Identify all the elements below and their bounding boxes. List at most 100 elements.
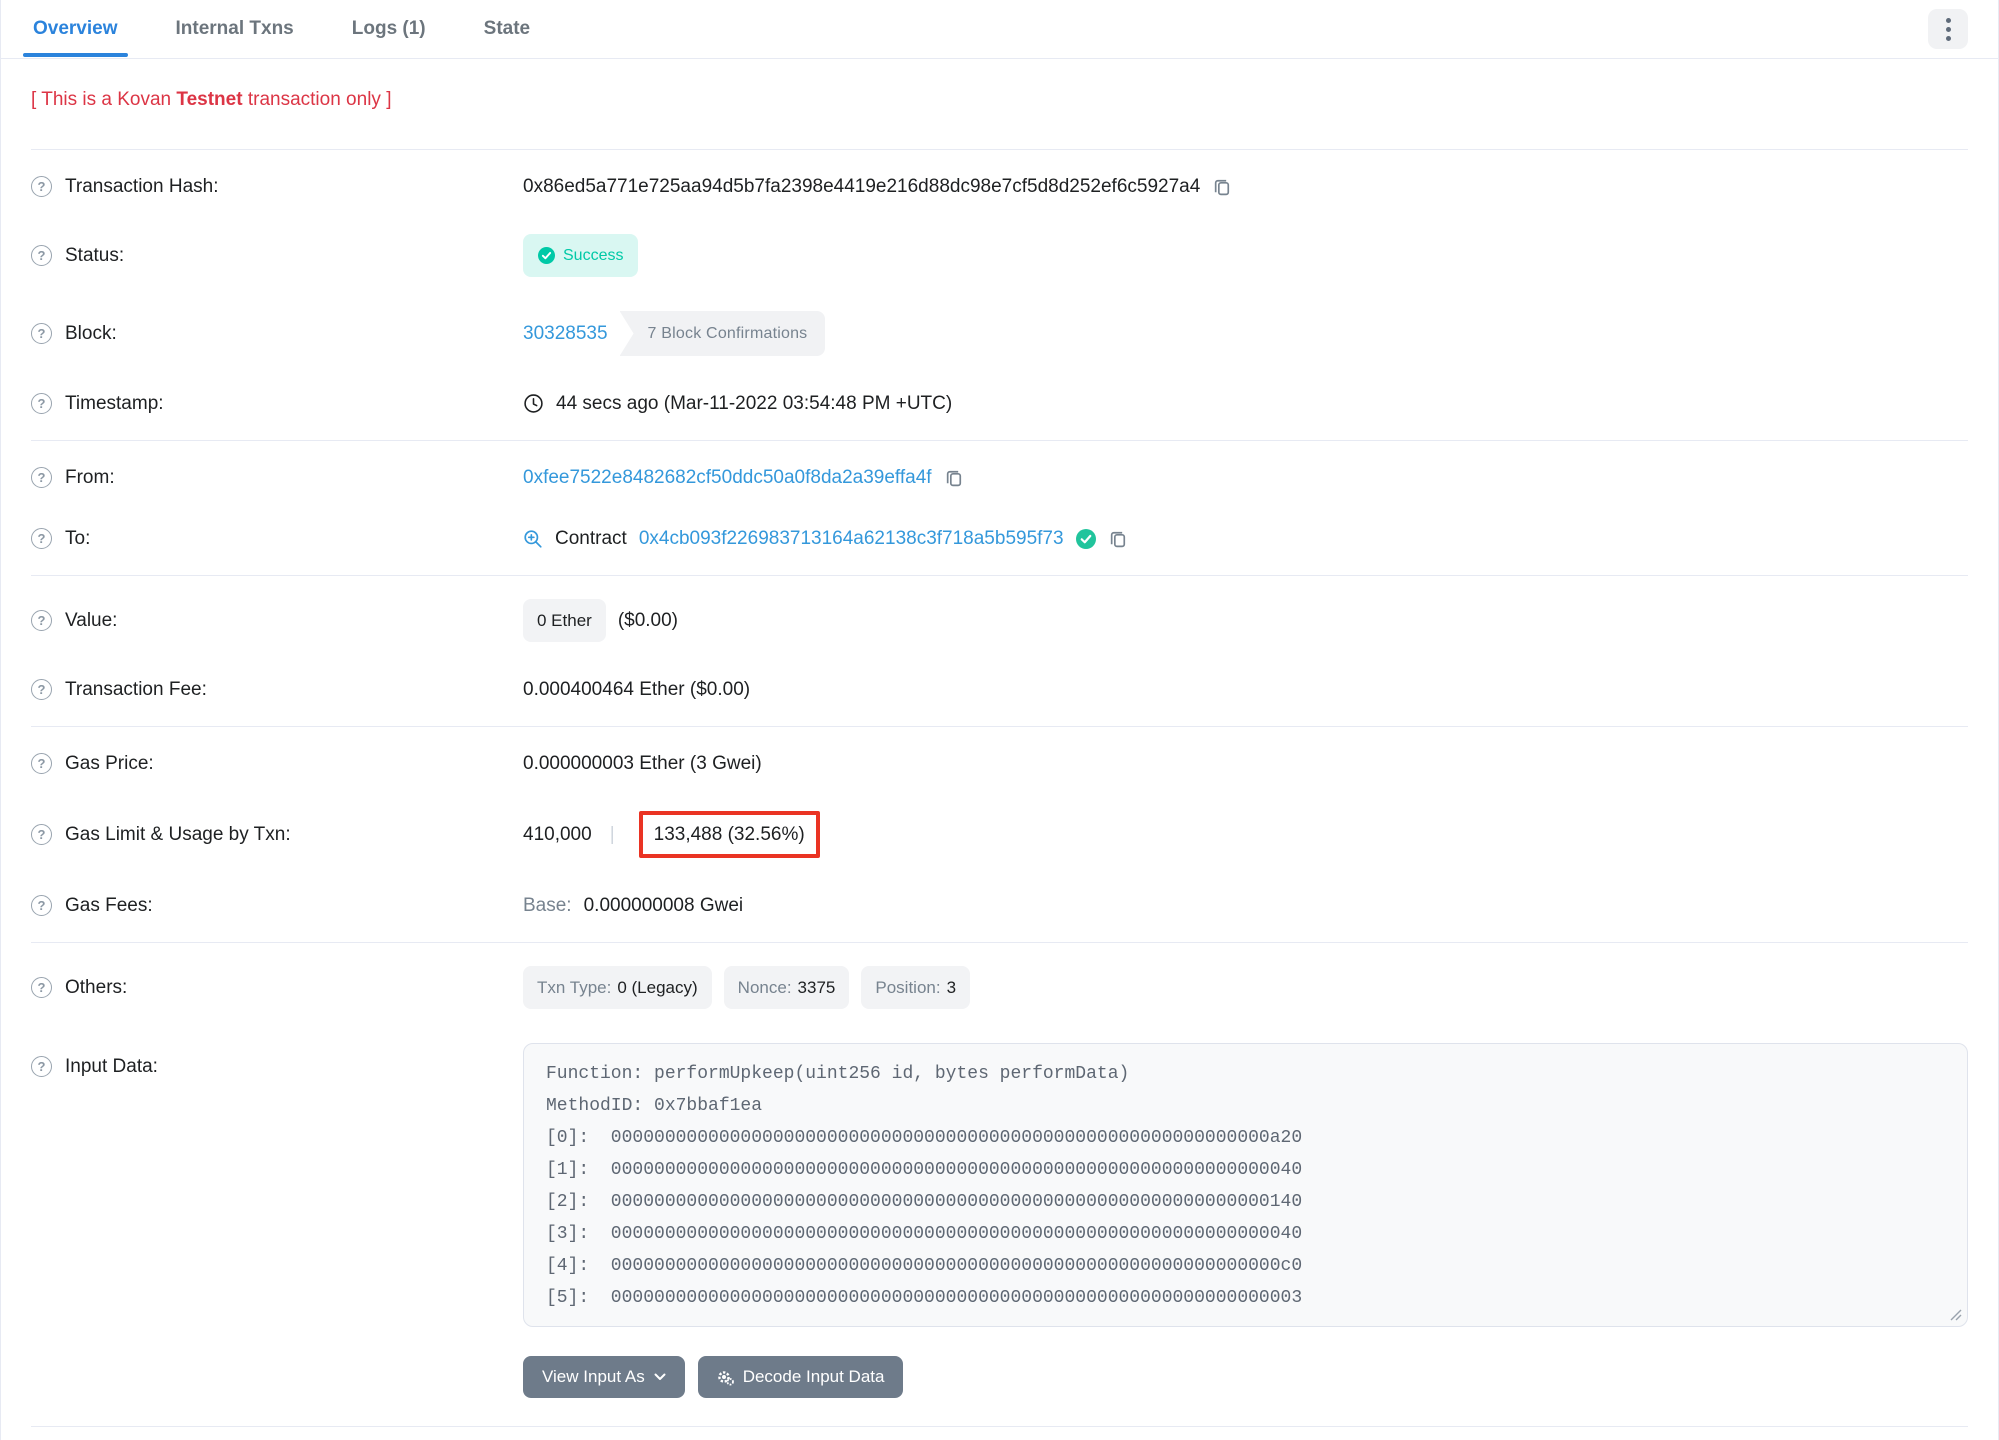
section-addresses: ? From: 0xfee7522e8482682cf50ddc50a0f8da… <box>31 440 1968 575</box>
transaction-fee-label: Transaction Fee: <box>65 679 207 700</box>
notice-text-suffix: transaction only ] <box>242 89 392 110</box>
block-confirmations-badge: 7 Block Confirmations <box>619 311 826 356</box>
notice-text-prefix: [ This is a Kovan <box>31 89 177 110</box>
input-data-word-2: [2]: 00000000000000000000000000000000000… <box>546 1192 1303 1212</box>
gas-usage-value: 133,488 (32.56%) <box>653 824 805 845</box>
input-data-textarea[interactable]: Function: performUpkeep(uint256 id, byte… <box>523 1043 1968 1327</box>
input-data-word-0: [0]: 00000000000000000000000000000000000… <box>546 1128 1303 1148</box>
notice-text-bold: Testnet <box>176 89 243 110</box>
help-icon[interactable]: ? <box>31 895 52 916</box>
copy-from-address-button[interactable] <box>944 467 965 488</box>
kebab-menu-icon <box>1945 17 1951 41</box>
input-data-word-3: [3]: 00000000000000000000000000000000000… <box>546 1224 1303 1244</box>
input-data-label: Input Data: <box>65 1056 158 1077</box>
help-icon[interactable]: ? <box>31 824 52 845</box>
decode-input-data-label: Decode Input Data <box>742 1367 885 1386</box>
status-row: ? Status: Success <box>31 217 1968 294</box>
clock-icon <box>524 394 543 413</box>
input-data-actions: View Input As Decode Input Data <box>523 1344 1968 1420</box>
transaction-hash-row: ? Transaction Hash: 0x86ed5a771e725aa94d… <box>31 156 1968 217</box>
help-icon[interactable]: ? <box>31 977 52 998</box>
resize-handle-icon[interactable] <box>1949 1308 1962 1321</box>
txn-type-pill: Txn Type: 0 (Legacy) <box>523 966 712 1009</box>
others-row: ? Others: Txn Type: 0 (Legacy) Nonce: 3375… <box>31 949 1968 1026</box>
testnet-notice: [ This is a Kovan Testnet transaction on… <box>1 59 1998 111</box>
transaction-fee-value: 0.000400464 Ether ($0.00) <box>523 679 751 700</box>
from-label: From: <box>65 467 115 488</box>
tab-state[interactable]: State <box>482 1 532 57</box>
section-others: ? Others: Txn Type: 0 (Legacy) Nonce: 3375… <box>31 942 1968 1427</box>
timestamp-value: 44 secs ago (Mar-11-2022 03:54:48 PM +UT… <box>556 393 953 414</box>
copy-icon <box>1215 179 1230 196</box>
copy-to-address-button[interactable] <box>1108 528 1129 549</box>
copy-icon <box>946 470 961 487</box>
input-data-function-line: Function: performUpkeep(uint256 id, byte… <box>546 1064 1130 1084</box>
transaction-fee-row: ? Transaction Fee: 0.000400464 Ether ($0… <box>31 659 1968 720</box>
to-address-link[interactable]: 0x4cb093f226983713164a62138c3f718a5b595f… <box>639 525 1064 552</box>
more-options-button[interactable] <box>1928 9 1968 49</box>
help-icon[interactable]: ? <box>31 323 52 344</box>
nonce-value: 3375 <box>797 978 836 997</box>
view-input-as-button[interactable]: View Input As <box>523 1356 685 1398</box>
block-row: ? Block: 30328535 7 Block Confirmations <box>31 294 1968 373</box>
input-data-methodid-line: MethodID: 0x7bbaf1ea <box>546 1096 763 1116</box>
tab-overview[interactable]: Overview <box>23 1 127 57</box>
to-contract-label: Contract <box>555 528 627 549</box>
gas-price-label: Gas Price: <box>65 753 154 774</box>
value-label: Value: <box>65 610 118 631</box>
value-amount-pill: 0 Ether <box>523 599 606 642</box>
timestamp-row: ? Timestamp: 44 secs ago (Mar-11-2022 03… <box>31 373 1968 434</box>
from-address-link[interactable]: 0xfee7522e8482682cf50ddc50a0f8da2a39effa… <box>523 464 932 491</box>
copy-icon <box>1110 531 1125 548</box>
position-value: 3 <box>946 978 957 997</box>
copy-hash-button[interactable] <box>1212 176 1233 197</box>
check-circle-icon <box>538 247 555 264</box>
transaction-overview-card: Overview Internal Txns Logs (1) State [ … <box>0 0 1999 1440</box>
nonce-key: Nonce: <box>737 978 792 997</box>
txn-type-value: 0 (Legacy) <box>617 978 698 997</box>
help-icon[interactable]: ? <box>31 245 52 266</box>
block-label: Block: <box>65 323 117 344</box>
input-data-word-5: [5]: 00000000000000000000000000000000000… <box>546 1288 1303 1308</box>
transaction-hash-value: 0x86ed5a771e725aa94d5b7fa2398e4419e216d8… <box>523 176 1201 197</box>
view-input-as-label: View Input As <box>542 1367 645 1386</box>
tab-bar: Overview Internal Txns Logs (1) State <box>1 0 1998 59</box>
decode-input-data-button[interactable]: Decode Input Data <box>697 1356 904 1398</box>
tab-logs[interactable]: Logs (1) <box>350 1 428 57</box>
value-amount: 0 Ether <box>537 611 592 630</box>
position-pill: Position: 3 <box>861 966 971 1009</box>
status-badge: Success <box>523 234 639 277</box>
input-data-word-1: [1]: 00000000000000000000000000000000000… <box>546 1160 1303 1180</box>
from-row: ? From: 0xfee7522e8482682cf50ddc50a0f8da… <box>31 447 1968 508</box>
gas-fees-row: ? Gas Fees: Base: 0.000000008 Gwei <box>31 875 1968 936</box>
help-icon[interactable]: ? <box>31 679 52 700</box>
gas-price-value: 0.000000003 Ether (3 Gwei) <box>523 753 762 774</box>
block-number-link[interactable]: 30328535 <box>523 320 608 347</box>
gas-limit-value: 410,000 <box>523 824 592 845</box>
gas-fees-label: Gas Fees: <box>65 895 153 916</box>
chevron-down-icon <box>654 1373 666 1380</box>
bottom-spacer <box>31 1427 1968 1440</box>
annotation-highlight-box: 133,488 (32.56%) <box>638 811 820 858</box>
input-data-row: ? Input Data: Function: performUpkeep(ui… <box>31 1026 1968 1344</box>
to-label: To: <box>65 528 91 549</box>
help-icon[interactable]: ? <box>31 393 52 414</box>
help-icon[interactable]: ? <box>31 176 52 197</box>
help-icon[interactable]: ? <box>31 610 52 631</box>
help-icon[interactable]: ? <box>31 1056 52 1077</box>
input-data-word-4: [4]: 00000000000000000000000000000000000… <box>546 1256 1303 1276</box>
search-plus-icon <box>524 529 542 548</box>
tab-internal-txns[interactable]: Internal Txns <box>174 1 296 57</box>
gas-fees-base-value: 0.000000008 Gwei <box>583 895 744 916</box>
verified-check-icon <box>1075 528 1096 549</box>
section-gas: ? Gas Price: 0.000000003 Ether (3 Gwei) … <box>31 726 1968 942</box>
nonce-pill: Nonce: 3375 <box>723 966 850 1009</box>
gas-fees-base-label: Base: <box>523 895 572 916</box>
txn-type-key: Txn Type: <box>537 978 612 997</box>
timestamp-label: Timestamp: <box>65 393 164 414</box>
help-icon[interactable]: ? <box>31 528 52 549</box>
help-icon[interactable]: ? <box>31 753 52 774</box>
section-value: ? Value: 0 Ether ($0.00) ? Transaction F… <box>31 575 1968 726</box>
gears-icon <box>717 1370 734 1385</box>
help-icon[interactable]: ? <box>31 467 52 488</box>
